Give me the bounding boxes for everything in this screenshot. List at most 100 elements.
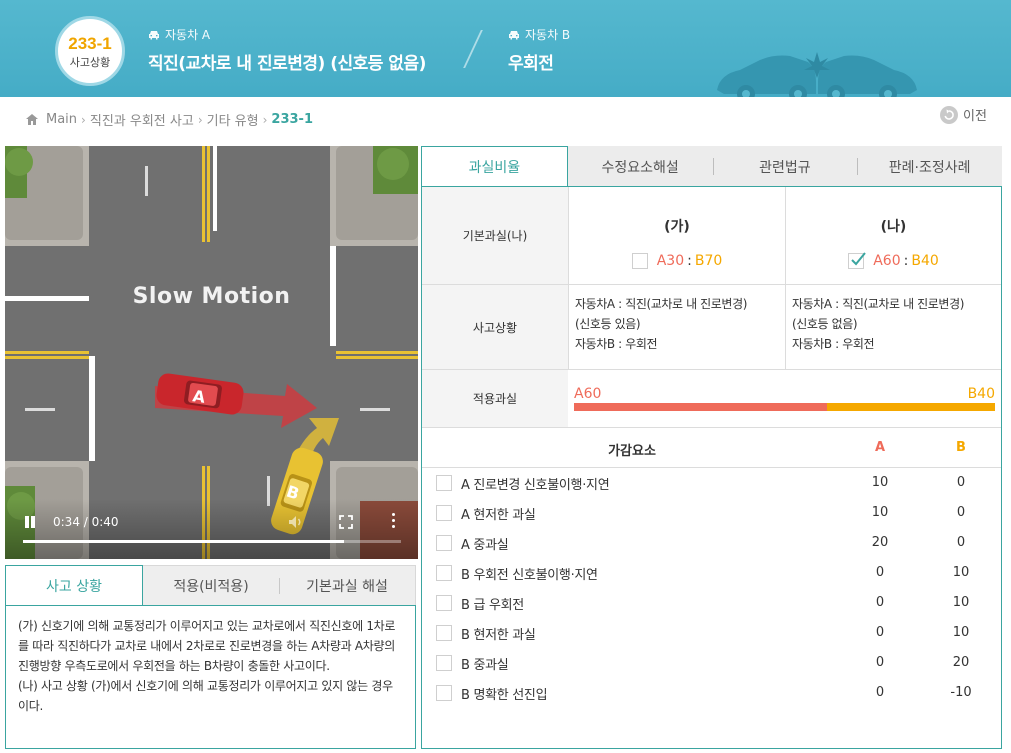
factor-value-b: 10 xyxy=(952,595,970,610)
video-progress-bar[interactable] xyxy=(23,540,401,543)
situation-na: 자동차A : 직진(교차로 내 진로변경) (신호등 없음) 자동차B : 우회… xyxy=(785,285,1001,369)
slow-motion-overlay: Slow Motion xyxy=(132,284,291,309)
page-header: 233-1 사고상황 자동차 A 직진(교차로 내 진로변경) (신호등 없음)… xyxy=(0,0,1011,97)
vehicle-b-tag: 자동차 B xyxy=(525,28,571,42)
factor-checkbox[interactable] xyxy=(436,475,452,491)
factor-value-b: -10 xyxy=(950,685,972,700)
tab-application[interactable]: 적용(비적용) xyxy=(143,566,279,605)
header-divider xyxy=(463,30,483,68)
table-row[interactable]: A 진로변경 신호불이행·지연 10 0 xyxy=(422,468,1001,498)
option-na[interactable]: (나) A60: B40 xyxy=(785,187,1001,284)
option-ga[interactable]: (가) A30: B70 xyxy=(568,187,785,284)
case-label: 사고상황 xyxy=(69,56,111,69)
pause-icon[interactable] xyxy=(23,515,37,529)
breadcrumb-subcategory[interactable]: 기타 유형 xyxy=(207,110,259,129)
factor-value-b: 0 xyxy=(956,475,966,490)
home-icon[interactable] xyxy=(26,114,38,125)
factor-checkbox[interactable] xyxy=(436,595,452,611)
vehicle-a-description: 직진(교차로 내 진로변경) (신호등 없음) xyxy=(148,54,426,74)
situation-label: 사고상황 xyxy=(422,285,568,369)
option-na-checkbox[interactable] xyxy=(848,252,866,269)
car-icon xyxy=(148,30,160,40)
situation-ga: 자동차A : 직진(교차로 내 진로변경) (신호등 있음) 자동차B : 우회… xyxy=(568,285,785,369)
factor-value-b: 10 xyxy=(952,565,970,580)
case-number: 233-1 xyxy=(68,34,112,53)
table-row[interactable]: B 중과실 0 20 xyxy=(422,648,1001,678)
tab-related-laws[interactable]: 관련법규 xyxy=(712,146,858,187)
prev-button[interactable]: 이전 xyxy=(940,105,987,124)
applied-fault-bar-b xyxy=(826,403,995,411)
factor-value-b: 20 xyxy=(952,655,970,670)
vehicle-a-info: 자동차 A 직진(교차로 내 진로변경) (신호등 없음) xyxy=(148,26,426,74)
vehicle-b-description: 우회전 xyxy=(508,54,554,74)
video-progress-fill xyxy=(23,540,345,543)
factor-value-a: 0 xyxy=(875,685,885,700)
table-row[interactable]: B 명확한 선진입 0 -10 xyxy=(422,678,1001,708)
volume-icon[interactable] xyxy=(287,513,305,531)
factors-col-a: A xyxy=(874,440,886,455)
tab-accident-situation[interactable]: 사고 상황 xyxy=(5,565,143,605)
factor-checkbox[interactable] xyxy=(436,565,452,581)
intersection-scene: A B xyxy=(5,146,418,559)
more-options-icon[interactable] xyxy=(390,513,396,531)
table-row[interactable]: A 중과실 20 0 xyxy=(422,528,1001,558)
situation-na-line: (신호등 없음) xyxy=(792,317,858,331)
option-ga-title: (가) xyxy=(664,219,690,235)
factor-value-b: 0 xyxy=(956,535,966,550)
fault-tabs: 과실비율 수정요소해설 관련법규 판례·조정사례 xyxy=(421,146,1002,187)
breadcrumb: Main › 직진과 우회전 사고 › 기타 유형 › 233-1 xyxy=(26,110,313,129)
breadcrumb-category[interactable]: 직진과 우회전 사고 xyxy=(90,110,194,129)
situation-ga-line: 자동차A : 직진(교차로 내 진로변경) xyxy=(575,297,747,311)
chevron-right-icon: › xyxy=(197,112,203,127)
tab-adjustment-explanation[interactable]: 수정요소해설 xyxy=(568,146,713,187)
option-ga-checkbox[interactable] xyxy=(631,253,648,269)
option-na-b: B40 xyxy=(911,253,939,269)
applied-fault-bar-a xyxy=(574,403,827,411)
vehicle-a-tag: 자동차 A xyxy=(165,28,211,42)
factor-label: B 우회전 신호불이행·지연 xyxy=(461,567,598,583)
prev-label: 이전 xyxy=(963,109,987,124)
video-time: 0:34 / 0:40 xyxy=(53,515,119,529)
situation-na-line: 자동차B : 우회전 xyxy=(792,337,875,351)
factor-label: B 명확한 선진입 xyxy=(461,687,548,703)
applied-fault-label: 적용과실 xyxy=(422,370,568,427)
tab-basic-fault-explanation[interactable]: 기본과실 해설 xyxy=(279,566,415,605)
applied-fault-bar: A60 B40 xyxy=(574,386,995,411)
factor-value-a: 0 xyxy=(875,655,885,670)
video-controls: 0:34 / 0:40 xyxy=(5,499,418,559)
factor-value-a: 20 xyxy=(871,535,889,550)
applied-fault-row: 적용과실 A60 B40 xyxy=(422,370,1001,428)
table-row[interactable]: B 우회전 신호불이행·지연 0 10 xyxy=(422,558,1001,588)
accident-video[interactable]: A B Slow Motion 0:34 / 0:40 xyxy=(5,146,418,559)
factor-checkbox[interactable] xyxy=(436,535,452,551)
factor-checkbox[interactable] xyxy=(436,625,452,641)
option-na-title: (나) xyxy=(880,219,907,235)
factors-col-b: B xyxy=(956,440,966,455)
factor-label: B 중과실 xyxy=(461,657,509,673)
factor-checkbox[interactable] xyxy=(436,685,452,701)
factor-label: B 급 우회전 xyxy=(461,597,524,613)
tab-precedents[interactable]: 판례·조정사례 xyxy=(857,146,1002,187)
check-icon xyxy=(851,252,866,266)
breadcrumb-main[interactable]: Main xyxy=(46,112,77,127)
situation-ga-line: 자동차B : 우회전 xyxy=(575,337,658,351)
factor-value-a: 0 xyxy=(875,565,885,580)
table-row[interactable]: B 급 우회전 0 10 xyxy=(422,588,1001,618)
factor-value-b: 0 xyxy=(956,505,966,520)
option-na-a: A60 xyxy=(873,253,901,269)
situation-tabs: 사고 상황 적용(비적용) 기본과실 해설 xyxy=(5,565,416,605)
factor-checkbox[interactable] xyxy=(436,655,452,671)
factor-checkbox[interactable] xyxy=(436,505,452,521)
case-badge: 233-1 사고상황 xyxy=(55,16,125,86)
situation-ga-line: (신호등 있음) xyxy=(575,317,641,331)
tab-fault-ratio[interactable]: 과실비율 xyxy=(421,146,568,187)
crash-illustration-icon xyxy=(717,52,917,97)
factors-title: 가감요소 xyxy=(608,444,656,459)
fullscreen-icon[interactable] xyxy=(339,515,353,529)
table-row[interactable]: A 현저한 과실 10 0 xyxy=(422,498,1001,528)
factor-label: B 현저한 과실 xyxy=(461,627,536,643)
applied-fault-a: A60 xyxy=(574,386,602,402)
situation-row: 사고상황 자동차A : 직진(교차로 내 진로변경) (신호등 있음) 자동차B… xyxy=(422,285,1001,370)
table-row[interactable]: B 현저한 과실 0 10 xyxy=(422,618,1001,648)
factor-value-a: 10 xyxy=(871,475,889,490)
